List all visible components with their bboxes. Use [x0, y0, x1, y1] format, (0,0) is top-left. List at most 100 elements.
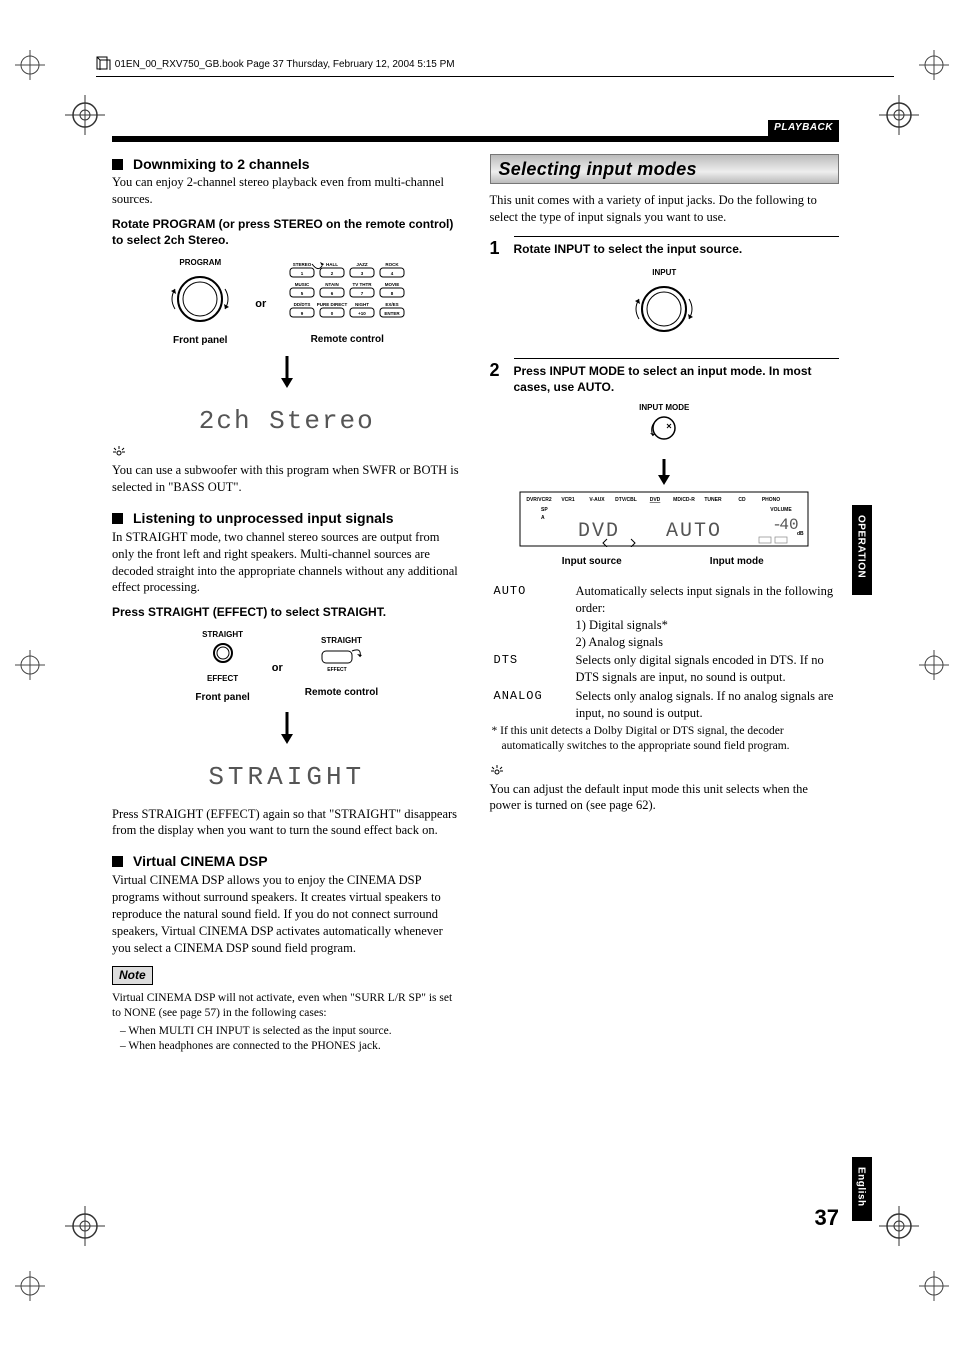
svg-text:JAZZ: JAZZ — [357, 262, 369, 267]
side-tab-text: English — [852, 1157, 870, 1217]
reg-crosshair-icon — [874, 95, 924, 145]
step-1: 1 Rotate INPUT to select the input sourc… — [490, 236, 840, 260]
instruction-program: Rotate PROGRAM (or press STEREO on the r… — [112, 216, 462, 248]
svg-text:40: 40 — [780, 516, 799, 534]
section-title: Selecting input modes — [499, 157, 831, 181]
input-mode-diagram: INPUT MODE DVR/VCR2 — [490, 403, 840, 569]
body-virtual-cinema: Virtual CINEMA DSP allows you to enjoy t… — [112, 872, 462, 956]
effect-button-icon — [203, 641, 243, 669]
front-display-box: DVR/VCR2 VCR1 V-AUX DTV/CBL DVD MD/CD-R … — [519, 491, 809, 569]
svg-text:5: 5 — [301, 291, 304, 296]
tip-text: You can use a subwoofer with this progra… — [112, 462, 462, 496]
tip-icon — [112, 445, 126, 462]
side-tab-basic-operation: BASIC OPERATION — [852, 505, 872, 595]
footnote-digital: * If this unit detects a Dolby Digital o… — [502, 724, 840, 755]
svg-text:6: 6 — [331, 291, 334, 296]
svg-text:MD/CD-R: MD/CD-R — [673, 497, 695, 503]
arrow-down-icon — [654, 457, 674, 487]
def-analog: ANALOG Selects only analog signals. If n… — [494, 688, 840, 722]
page-number: 37 — [815, 1203, 839, 1233]
doc-meta-line: 01EN_00_RXV750_GB.book Page 37 Thursday,… — [96, 56, 894, 77]
intro-text: This unit comes with a variety of input … — [490, 192, 840, 226]
svg-text:dB: dB — [797, 531, 804, 537]
svg-text:VCR1: VCR1 — [562, 497, 576, 503]
note-label: Note — [112, 966, 153, 984]
header-divider — [112, 136, 839, 142]
svg-text:MOVIE: MOVIE — [385, 282, 400, 287]
input-knob-diagram: INPUT — [490, 268, 840, 344]
reg-mark-icon — [894, 40, 944, 90]
svg-text:TUNER: TUNER — [705, 497, 723, 503]
step-2: 2 Press INPUT MODE to select an input mo… — [490, 358, 840, 395]
note-item: When MULTI CH INPUT is selected as the i… — [128, 1024, 462, 1040]
svg-text:ROCK: ROCK — [386, 262, 400, 267]
svg-text:HALL: HALL — [326, 262, 338, 267]
section-header-playback: PLAYBACK — [768, 120, 839, 136]
after-straight-text: Press STRAIGHT (EFFECT) again so that "S… — [112, 806, 462, 840]
push-button-icon — [643, 414, 685, 452]
svg-text:2: 2 — [331, 271, 334, 276]
svg-text:7: 7 — [361, 291, 364, 296]
svg-text:DD/DTS: DD/DTS — [294, 302, 311, 307]
reg-mark-icon — [10, 640, 60, 690]
svg-text:DVD: DVD — [650, 497, 661, 503]
svg-text:9: 9 — [301, 311, 304, 316]
svg-text:SP: SP — [541, 507, 548, 513]
reg-mark-icon — [10, 1261, 60, 1311]
heading-virtual-cinema: Virtual CINEMA DSP — [112, 853, 462, 870]
reg-mark-icon — [894, 640, 944, 690]
lcd-display-straight: STRAIGHT — [112, 760, 462, 795]
manual-page: 01EN_00_RXV750_GB.book Page 37 Thursday,… — [0, 0, 954, 1351]
svg-text:V-AUX: V-AUX — [590, 497, 606, 503]
svg-text:STEREO: STEREO — [293, 262, 312, 267]
reg-mark-icon — [894, 1261, 944, 1311]
heading-straight: Listening to unprocessed input signals — [112, 510, 462, 527]
svg-text:A: A — [541, 515, 545, 521]
straight-diagram: STRAIGHT EFFECT Front panel or STRAIGHT — [112, 628, 462, 746]
reg-mark-icon — [10, 40, 60, 90]
svg-text:EFFECT: EFFECT — [328, 667, 347, 673]
note-item: When headphones are connected to the PHO… — [128, 1039, 462, 1055]
knob-icon — [161, 269, 239, 329]
instruction-straight: Press STRAIGHT (EFFECT) to select STRAIG… — [112, 604, 462, 620]
svg-text:8: 8 — [391, 291, 394, 296]
tip-subwoofer — [112, 445, 462, 463]
reg-crosshair-icon — [874, 1206, 924, 1256]
svg-text:+10: +10 — [358, 311, 366, 316]
body-straight: In STRAIGHT mode, two channel stereo sou… — [112, 529, 462, 597]
reg-crosshair-icon — [60, 95, 110, 145]
arrow-down-icon — [277, 354, 297, 390]
input-mode-definitions: AUTO Automatically selects input signals… — [494, 583, 840, 722]
side-tab-language: English — [852, 1157, 872, 1221]
svg-text:PHONO: PHONO — [762, 497, 780, 503]
arrow-down-icon — [277, 710, 297, 746]
page-content: PLAYBACK Downmixing to 2 channels You ca… — [112, 120, 839, 1055]
svg-text:4: 4 — [391, 271, 394, 276]
def-auto: AUTO Automatically selects input signals… — [494, 583, 840, 651]
note-body: Virtual CINEMA DSP will not activate, ev… — [112, 991, 462, 1022]
svg-text:EX/ES: EX/ES — [386, 302, 399, 307]
svg-text:PURE DIRECT: PURE DIRECT — [317, 302, 348, 307]
section-header-input-modes: Selecting input modes — [490, 154, 840, 184]
side-tab-line: OPERATION — [854, 515, 868, 578]
knob-icon — [625, 279, 703, 339]
svg-text:VOLUME: VOLUME — [771, 507, 793, 513]
svg-text:3: 3 — [361, 271, 364, 276]
right-column: Selecting input modes This unit comes wi… — [490, 152, 840, 1055]
heading-downmixing: Downmixing to 2 channels — [112, 156, 462, 173]
tip-text: You can adjust the default input mode th… — [490, 781, 840, 815]
lcd-display-2ch: 2ch Stereo — [112, 404, 462, 439]
body-downmixing: You can enjoy 2-channel stereo playback … — [112, 174, 462, 208]
svg-text:MUSIC: MUSIC — [295, 282, 310, 287]
program-diagram: PROGRAM Front panel or — [112, 256, 462, 389]
tip-default-input — [490, 763, 840, 781]
svg-text:0: 0 — [331, 311, 334, 316]
side-tab-line: BASIC — [868, 515, 882, 578]
remote-keypad-icon: STEREOHALLJAZZROCK 1 2 3 4 MUSICNTAINTV … — [282, 258, 412, 328]
svg-text:ENTER: ENTER — [385, 311, 401, 316]
svg-text:NTAIN: NTAIN — [326, 282, 339, 287]
left-column: Downmixing to 2 channels You can enjoy 2… — [112, 152, 462, 1055]
def-dts: DTS Selects only digital signals encoded… — [494, 652, 840, 686]
svg-text:CD: CD — [739, 497, 747, 503]
doc-meta-text: 01EN_00_RXV750_GB.book Page 37 Thursday,… — [115, 59, 455, 70]
